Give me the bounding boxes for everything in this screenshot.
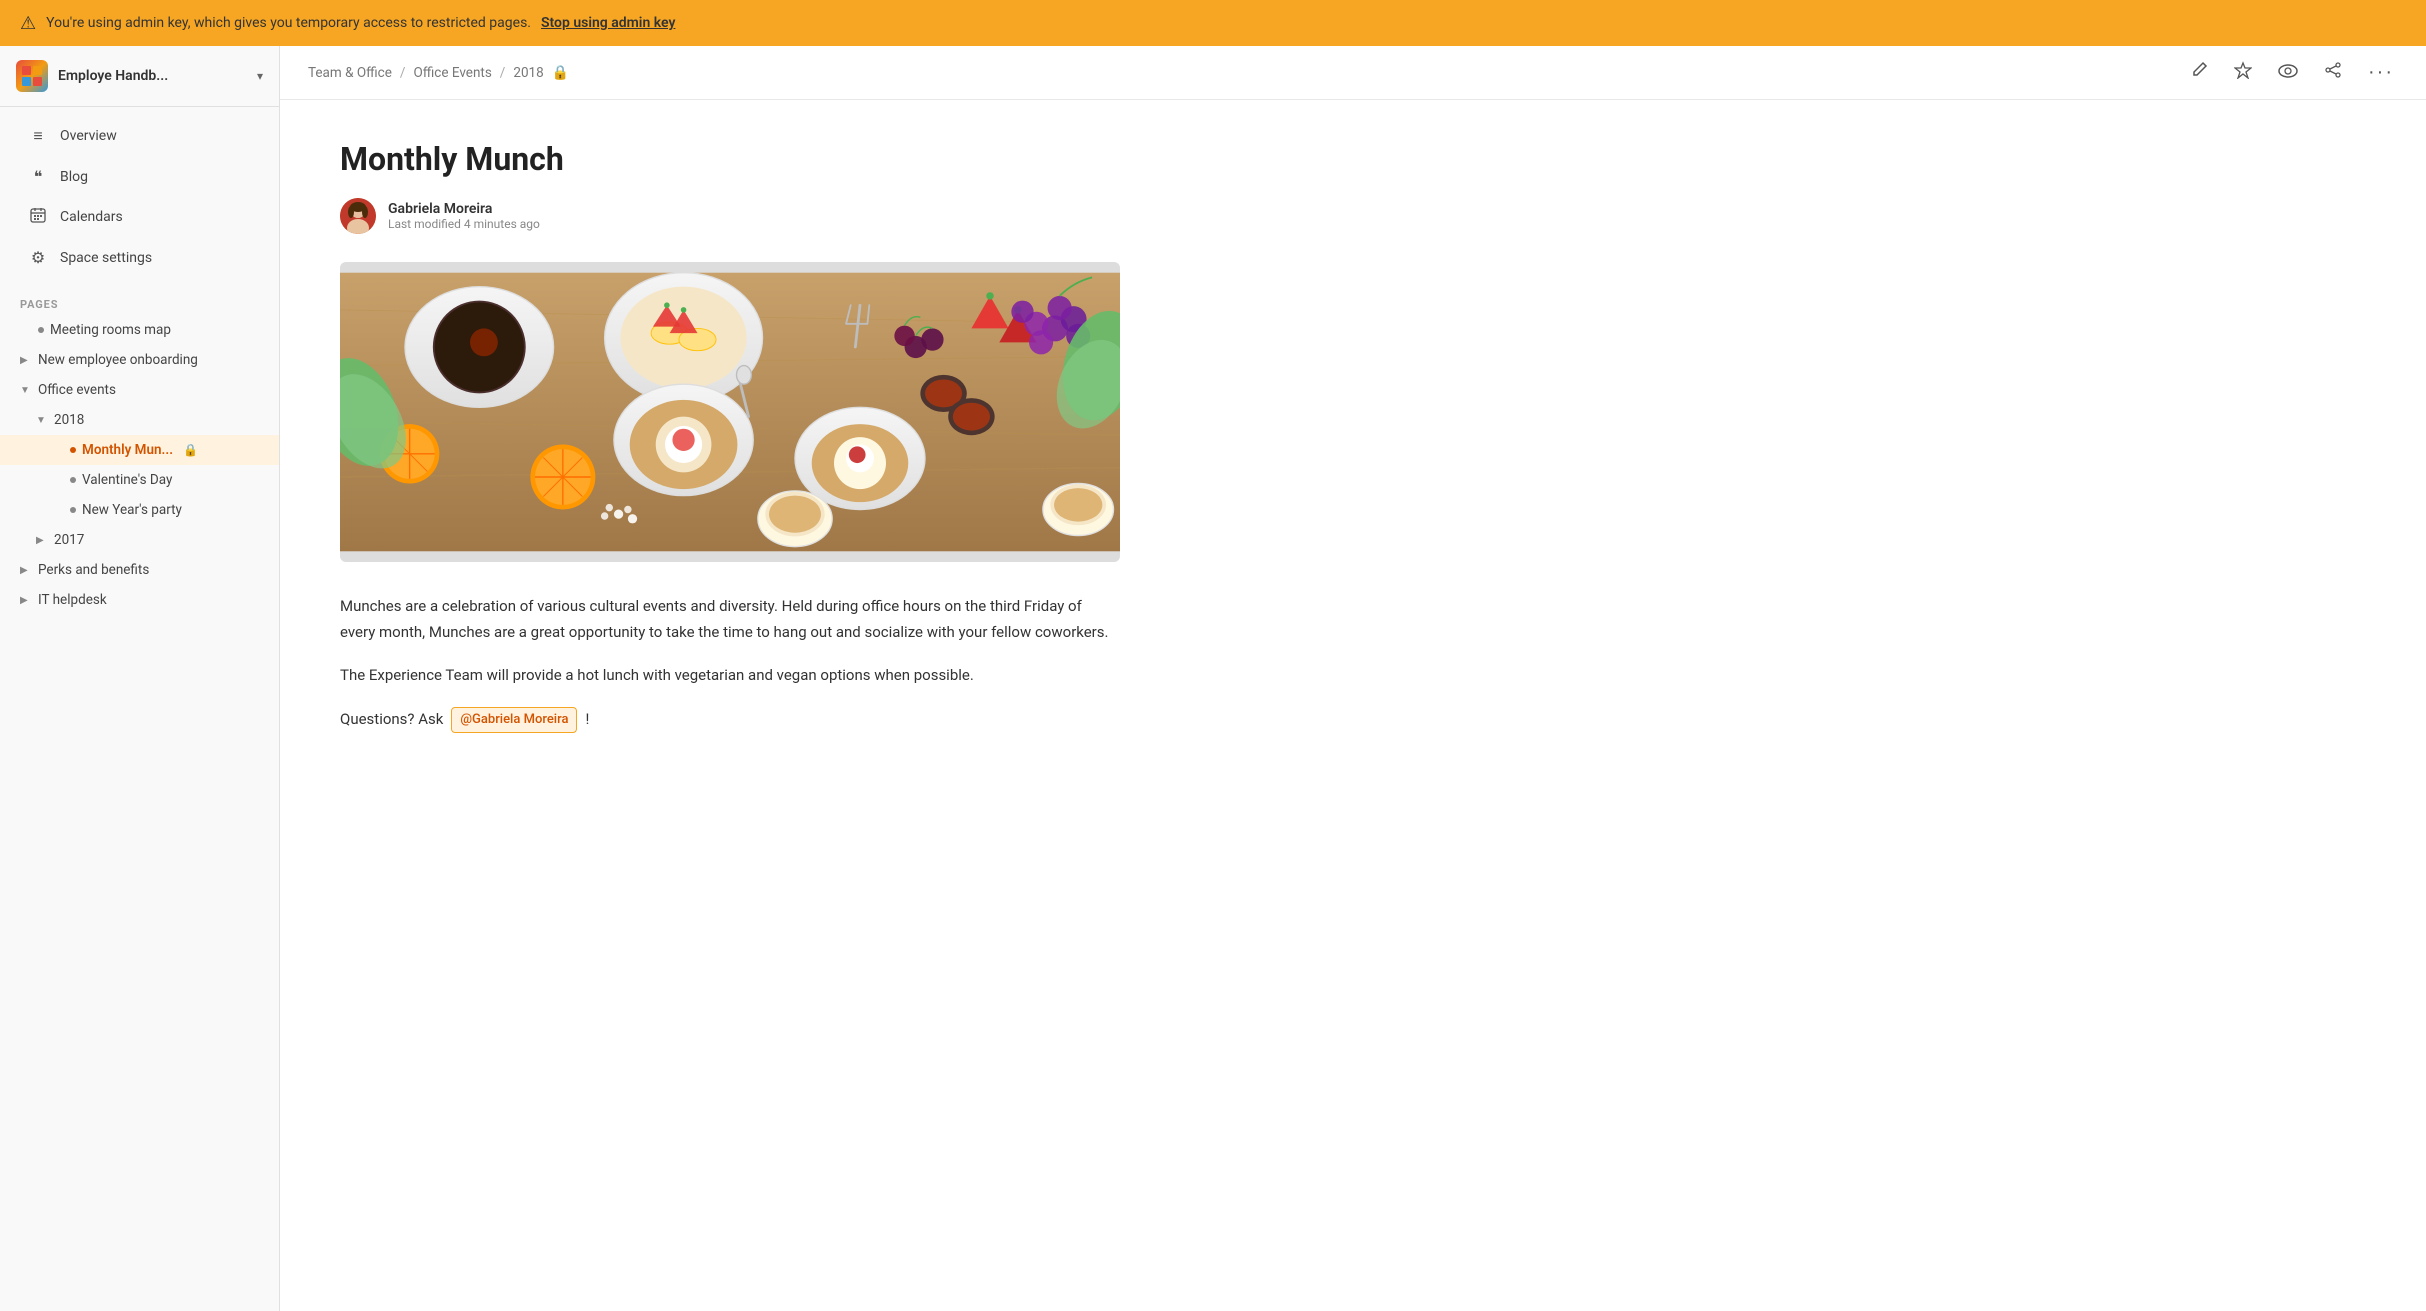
lock-icon: 🔒 — [552, 65, 569, 81]
admin-banner: ⚠ You're using admin key, which gives yo… — [0, 0, 2426, 46]
page-label: 2018 — [54, 412, 84, 428]
page-label: Meeting rooms map — [50, 322, 171, 338]
body-paragraph-1: Munches are a celebration of various cul… — [340, 594, 1120, 645]
mention-gabriela[interactable]: @Gabriela Moreira — [451, 707, 577, 733]
exclamation: ! — [585, 707, 589, 733]
author-info: Gabriela Moreira Last modified 4 minutes… — [388, 201, 540, 231]
main-area: Team & Office / Office Events / 2018 🔒 — [280, 46, 2426, 1311]
chevron-down-icon: ▼ — [20, 385, 32, 396]
breadcrumb-office-events[interactable]: Office Events — [413, 65, 491, 81]
author-row: Gabriela Moreira Last modified 4 minutes… — [340, 198, 1120, 234]
tree-item-valentines-day[interactable]: Valentine's Day — [0, 465, 279, 495]
page-tree: Meeting rooms map ▶ New employee onboard… — [0, 315, 279, 615]
author-meta: Last modified 4 minutes ago — [388, 217, 540, 231]
avatar — [340, 198, 376, 234]
view-button[interactable] — [2274, 58, 2302, 87]
sidebar-item-label: Calendars — [60, 209, 123, 225]
chevron-down-icon: ▼ — [36, 415, 48, 426]
tree-item-new-years-party[interactable]: New Year's party — [0, 495, 279, 525]
page-label: New employee onboarding — [38, 352, 198, 368]
sidebar-item-label: Overview — [60, 128, 117, 144]
stop-admin-link[interactable]: Stop using admin key — [541, 15, 675, 31]
warning-icon: ⚠ — [20, 13, 36, 34]
body-paragraph-2: The Experience Team will provide a hot l… — [340, 663, 1120, 689]
page-label: Monthly Mun... — [82, 442, 173, 458]
page-label: Perks and benefits — [38, 562, 149, 578]
breadcrumb-team-office[interactable]: Team & Office — [308, 65, 392, 81]
more-button[interactable]: ··· — [2364, 57, 2398, 88]
hero-image — [340, 262, 1120, 562]
gear-icon: ⚙ — [28, 248, 48, 267]
app-logo — [16, 60, 48, 92]
breadcrumb-sep: / — [400, 65, 406, 81]
breadcrumb-sep: / — [500, 65, 506, 81]
bullet-icon — [70, 447, 76, 453]
page-content: Monthly Munch Gabr — [280, 100, 1180, 1311]
tree-item-perks-and-benefits[interactable]: ▶ Perks and benefits — [0, 555, 279, 585]
questions-label: Questions? Ask — [340, 707, 443, 733]
banner-text: You're using admin key, which gives you … — [46, 15, 531, 31]
page-label: New Year's party — [82, 502, 182, 518]
sidebar-item-space-settings[interactable]: ⚙ Space settings — [8, 238, 271, 277]
blog-icon: ❝ — [28, 167, 48, 186]
lock-icon: 🔒 — [183, 443, 198, 457]
tree-item-monthly-munch[interactable]: Monthly Mun... 🔒 — [0, 435, 279, 465]
chevron-down-icon: ▾ — [257, 69, 263, 83]
chevron-right-icon: ▶ — [20, 355, 32, 366]
sidebar-title: Employe Handb... — [58, 68, 247, 84]
tree-item-new-employee-onboarding[interactable]: ▶ New employee onboarding — [0, 345, 279, 375]
sidebar: Employe Handb... ▾ ≡ Overview ❝ Blog — [0, 46, 280, 1311]
edit-button[interactable] — [2186, 57, 2212, 88]
page-label: Office events — [38, 382, 116, 398]
sidebar-header[interactable]: Employe Handb... ▾ — [0, 46, 279, 107]
tree-item-2017[interactable]: ▶ 2017 — [0, 525, 279, 555]
sidebar-item-overview[interactable]: ≡ Overview — [8, 116, 271, 156]
breadcrumb: Team & Office / Office Events / 2018 🔒 — [308, 65, 569, 81]
page-label: 2017 — [54, 532, 84, 548]
tree-item-office-events[interactable]: ▼ Office events — [0, 375, 279, 405]
page-body: Munches are a celebration of various cul… — [340, 594, 1120, 733]
page-title: Monthly Munch — [340, 140, 1120, 178]
chevron-right-icon: ▶ — [20, 595, 32, 606]
topbar-actions: ··· — [2186, 57, 2398, 88]
pages-section-label: PAGES — [0, 286, 279, 315]
bullet-icon — [70, 507, 76, 513]
page-label: IT helpdesk — [38, 592, 107, 608]
calendar-icon — [28, 207, 48, 227]
tree-item-it-helpdesk[interactable]: ▶ IT helpdesk — [0, 585, 279, 615]
sidebar-item-label: Blog — [60, 169, 88, 185]
tree-item-2018[interactable]: ▼ 2018 — [0, 405, 279, 435]
sidebar-item-calendars[interactable]: Calendars — [8, 197, 271, 237]
bullet-icon — [70, 477, 76, 483]
chevron-right-icon: ▶ — [20, 565, 32, 576]
questions-row: Questions? Ask @Gabriela Moreira ! — [340, 707, 1120, 733]
app-layout: Employe Handb... ▾ ≡ Overview ❝ Blog — [0, 46, 2426, 1311]
sidebar-nav: ≡ Overview ❝ Blog — [0, 107, 279, 286]
sidebar-item-blog[interactable]: ❝ Blog — [8, 157, 271, 196]
topbar: Team & Office / Office Events / 2018 🔒 — [280, 46, 2426, 100]
chevron-right-icon: ▶ — [36, 535, 48, 546]
author-name: Gabriela Moreira — [388, 201, 540, 217]
breadcrumb-2018[interactable]: 2018 — [513, 65, 543, 81]
tree-item-meeting-rooms-map[interactable]: Meeting rooms map — [0, 315, 279, 345]
overview-icon: ≡ — [28, 126, 48, 146]
bullet-icon — [38, 327, 44, 333]
page-label: Valentine's Day — [82, 472, 172, 488]
share-button[interactable] — [2320, 57, 2346, 88]
sidebar-item-label: Space settings — [60, 250, 152, 266]
star-button[interactable] — [2230, 57, 2256, 88]
